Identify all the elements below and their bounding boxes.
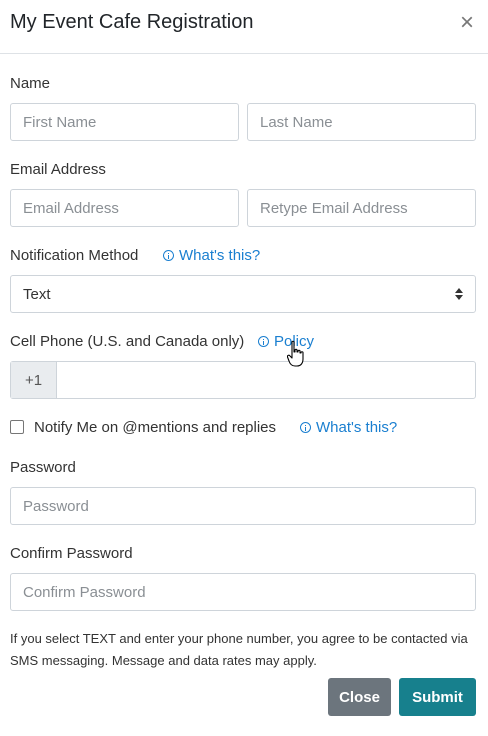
notify-label: Notify Me on @mentions and replies xyxy=(34,419,277,436)
email-label: Email Address xyxy=(10,161,106,178)
confirm-password-input[interactable] xyxy=(10,573,476,611)
submit-button[interactable]: Submit xyxy=(399,678,476,716)
info-icon xyxy=(300,422,311,433)
info-icon xyxy=(163,250,174,261)
notification-help-link[interactable]: What's this? xyxy=(163,247,260,264)
retype-email-input[interactable] xyxy=(247,189,476,227)
notify-help-link[interactable]: What's this? xyxy=(300,419,397,436)
cell-phone-label: Cell Phone (U.S. and Canada only) xyxy=(10,333,245,350)
password-input[interactable] xyxy=(10,487,476,525)
modal-header: My Event Cafe Registration × xyxy=(0,0,488,54)
info-icon xyxy=(258,336,269,347)
confirm-password-label: Confirm Password xyxy=(10,545,133,562)
close-icon[interactable]: × xyxy=(460,11,474,35)
password-label: Password xyxy=(10,459,76,476)
modal-title: My Event Cafe Registration xyxy=(10,11,254,33)
notify-help-text: What's this? xyxy=(316,419,398,436)
close-button[interactable]: Close xyxy=(328,678,391,716)
notification-method-label: Notification Method xyxy=(10,247,139,264)
notification-help-text: What's this? xyxy=(179,247,261,264)
last-name-input[interactable] xyxy=(247,103,476,141)
email-input[interactable] xyxy=(10,189,239,227)
hand-pointer-cursor-icon xyxy=(287,340,304,367)
phone-input[interactable] xyxy=(57,362,475,398)
first-name-input[interactable] xyxy=(10,103,239,141)
sort-caret-icon xyxy=(455,288,463,300)
sms-disclaimer: If you select TEXT and enter your phone … xyxy=(10,631,468,668)
phone-input-group: +1 xyxy=(10,361,476,399)
name-label: Name xyxy=(10,75,51,92)
notification-method-select[interactable]: Text xyxy=(10,275,476,313)
notification-method-value: Text xyxy=(23,286,51,303)
notify-checkbox[interactable] xyxy=(10,420,24,434)
phone-country-prefix: +1 xyxy=(11,362,57,398)
